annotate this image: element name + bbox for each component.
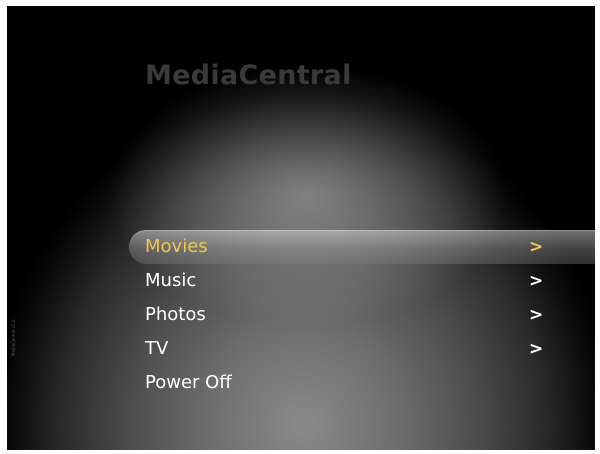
menu-item-movies[interactable]: Movies > bbox=[7, 230, 595, 264]
menu-item-label: Music bbox=[145, 270, 197, 291]
screen-frame: MediaCentral Movies > Music > Photos > T… bbox=[7, 6, 595, 450]
menu-item-tv[interactable]: TV > bbox=[7, 332, 595, 366]
chevron-right-icon: > bbox=[529, 237, 544, 257]
menu-item-label: Movies bbox=[145, 236, 208, 257]
main-menu: Movies > Music > Photos > TV > Power Off bbox=[7, 230, 595, 400]
app-title: MediaCentral bbox=[145, 60, 352, 91]
version-label: MediaCentral v1.0 bbox=[11, 319, 16, 356]
menu-item-label: Power Off bbox=[145, 372, 232, 393]
chevron-right-icon: > bbox=[529, 339, 544, 359]
chevron-right-icon: > bbox=[529, 305, 544, 325]
menu-item-photos[interactable]: Photos > bbox=[7, 298, 595, 332]
menu-item-label: TV bbox=[145, 338, 169, 359]
chevron-right-icon: > bbox=[529, 271, 544, 291]
menu-item-power-off[interactable]: Power Off bbox=[7, 366, 595, 400]
menu-item-label: Photos bbox=[145, 304, 206, 325]
menu-item-music[interactable]: Music > bbox=[7, 264, 595, 298]
